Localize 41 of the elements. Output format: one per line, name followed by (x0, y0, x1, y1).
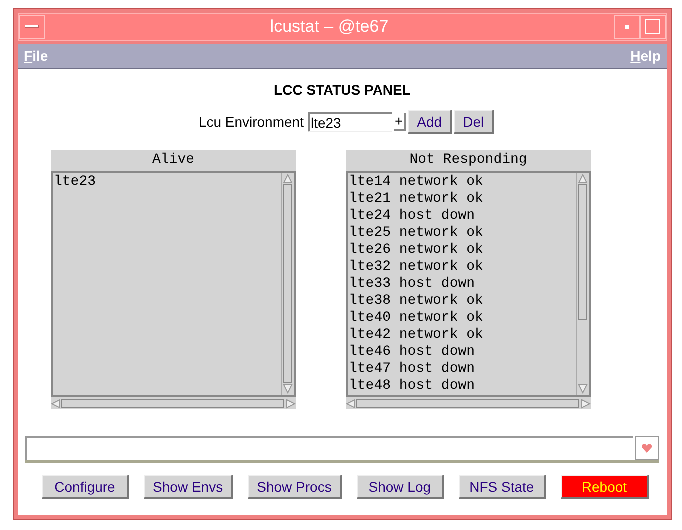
square-icon (645, 19, 661, 35)
list-item[interactable]: lte46 host down (349, 344, 576, 361)
action-button[interactable]: Show Procs (248, 475, 342, 499)
scrollbar[interactable] (281, 173, 294, 395)
window-title: lcustat – @te67 (269, 17, 390, 37)
horizontal-scrollbar[interactable] (346, 397, 591, 409)
window-menu-button[interactable] (19, 15, 45, 39)
list-item[interactable]: lte33 host down (349, 276, 576, 293)
list-item[interactable]: lte38 network ok (349, 293, 576, 310)
heart-icon (642, 444, 652, 452)
action-button[interactable]: Show Envs (144, 475, 234, 499)
list-item[interactable]: lte24 host down (349, 208, 576, 225)
env-button[interactable]: Add (408, 110, 452, 134)
panel-title: LCC STATUS PANEL (273, 82, 412, 98)
list-header: Alive (51, 150, 296, 171)
list-item[interactable]: lte14 network ok (349, 174, 576, 191)
list-item[interactable]: lte42 network ok (349, 327, 576, 344)
environment-field[interactable]: lte23 (308, 112, 392, 132)
bar-icon (25, 25, 39, 29)
list-item[interactable]: lte25 network ok (349, 225, 576, 242)
field-label: Lcu Environment (198, 114, 304, 130)
list-item[interactable]: lte23 (54, 174, 281, 191)
heart-button[interactable] (635, 436, 659, 460)
action-button[interactable]: Configure (42, 475, 129, 499)
list-item[interactable]: lte47 host down (349, 361, 576, 378)
action-button[interactable]: NFS State (458, 475, 546, 499)
list-item[interactable]: lte32 network ok (349, 259, 576, 276)
action-button[interactable]: Show Log (356, 475, 444, 499)
maximize-button[interactable] (640, 15, 666, 39)
env-button[interactable]: Del (454, 110, 494, 134)
minimize-button[interactable] (614, 15, 640, 39)
reboot-button[interactable]: Reboot (560, 475, 649, 499)
list-header: Not Responding (346, 150, 591, 171)
horizontal-scrollbar[interactable] (51, 397, 296, 409)
list-item[interactable]: lte21 network ok (349, 191, 576, 208)
scrollbar[interactable] (576, 173, 589, 395)
list-item[interactable]: lte26 network ok (349, 242, 576, 259)
message-field[interactable] (25, 436, 633, 460)
plus-sign[interactable]: + (394, 113, 406, 131)
list-item[interactable]: lte40 network ok (349, 310, 576, 327)
list-item[interactable]: lte48 host down (349, 378, 576, 395)
